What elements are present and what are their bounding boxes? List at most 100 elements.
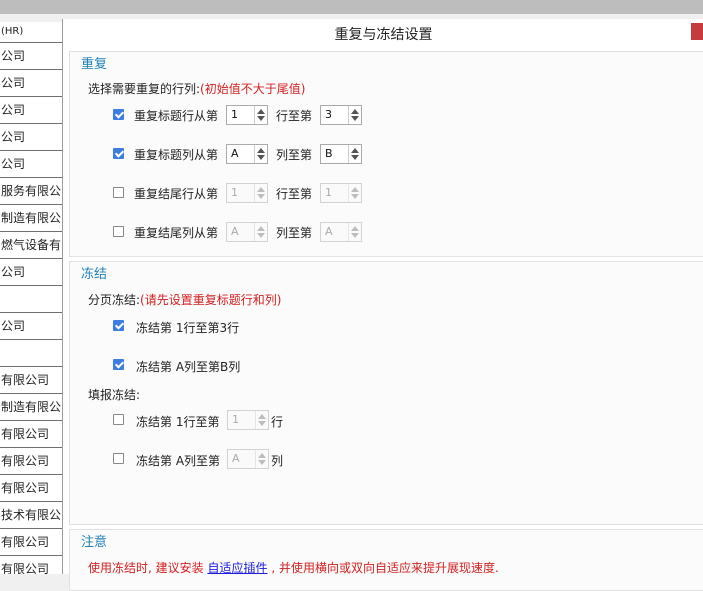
- column-header: (HR): [0, 22, 62, 43]
- freeze-rows-checkbox[interactable]: [113, 320, 124, 331]
- chevron-up-icon[interactable]: [257, 185, 265, 193]
- repeat-section: 重复 选择需要重复的行列:(初始值不大于尾值) 重复标题行从第 1 行至第 3 …: [69, 51, 703, 257]
- table-row[interactable]: 燃气设备有: [0, 232, 62, 259]
- table-row[interactable]: 制造有限公: [0, 394, 62, 421]
- chevron-up-icon[interactable]: [351, 146, 359, 154]
- stepper-value: B: [325, 147, 333, 160]
- chevron-up-icon[interactable]: [351, 185, 359, 193]
- note-text-after: , 并使用横向或双向自适应来提升展现速度.: [271, 561, 499, 575]
- repeat-title-col-checkbox[interactable]: [113, 148, 124, 159]
- repeat-end-row-from-stepper[interactable]: 1: [226, 183, 268, 203]
- chevron-down-icon[interactable]: [351, 232, 359, 240]
- repeat-freeze-dialog: 重复与冻结设置 重复 选择需要重复的行列:(初始值不大于尾值) 重复标题行从第 …: [62, 19, 703, 591]
- chevron-down-icon[interactable]: [258, 420, 266, 428]
- chevron-up-icon[interactable]: [258, 451, 266, 459]
- repeat-title-row-mid-label: 行至第: [276, 109, 313, 123]
- fill-freeze-rows-suffix: 行: [271, 415, 284, 429]
- chevron-up-icon[interactable]: [258, 412, 266, 420]
- table-row[interactable]: 技术有限公: [0, 502, 62, 529]
- page-freeze-note: (请先设置重复标题行和列): [140, 293, 282, 307]
- chevron-up-icon[interactable]: [351, 224, 359, 232]
- stepper-value: 1: [325, 186, 332, 199]
- repeat-title-col-to-stepper[interactable]: B: [320, 144, 362, 164]
- repeat-end-row-checkbox[interactable]: [113, 187, 124, 198]
- freeze-section: 冻结 分页冻结:(请先设置重复标题行和列) 冻结第 1行至第3行 冻结第 A列至…: [69, 261, 703, 525]
- fill-freeze-rows-stepper[interactable]: 1: [227, 410, 269, 430]
- repeat-end-col-label: 重复结尾列从第: [134, 226, 219, 240]
- table-row[interactable]: 有限公司: [0, 367, 62, 394]
- freeze-section-title: 冻结: [81, 267, 108, 282]
- repeat-section-title: 重复: [81, 57, 108, 72]
- chevron-down-icon[interactable]: [351, 115, 359, 123]
- chevron-up-icon[interactable]: [351, 107, 359, 115]
- chevron-up-icon[interactable]: [257, 224, 265, 232]
- chevron-up-icon[interactable]: [257, 107, 265, 115]
- note-text: 使用冻结时, 建议安装 自适应插件 , 并使用横向或双向自适应来提升展现速度.: [88, 559, 499, 576]
- table-row[interactable]: 公司: [0, 124, 62, 151]
- freeze-cols-checkbox[interactable]: [113, 359, 124, 370]
- stepper-value: A: [231, 225, 239, 238]
- table-row[interactable]: 有限公司: [0, 529, 62, 556]
- repeat-end-col-checkbox[interactable]: [113, 226, 124, 237]
- chevron-down-icon[interactable]: [351, 193, 359, 201]
- chevron-down-icon[interactable]: [257, 115, 265, 123]
- stepper-value: A: [325, 225, 333, 238]
- page-freeze-prompt: 分页冻结:(请先设置重复标题行和列): [88, 291, 281, 308]
- table-row[interactable]: 制造有限公: [0, 205, 62, 232]
- fill-freeze-cols-suffix: 列: [271, 454, 284, 468]
- table-row[interactable]: 有限公司: [0, 421, 62, 448]
- stepper-value: 3: [325, 108, 332, 121]
- fill-freeze-rows-checkbox[interactable]: [113, 414, 124, 425]
- spreadsheet-column: (HR) 公司 公司 公司 公司 公司 服务有限公 制造有限公 燃气设备有 公司…: [0, 22, 63, 574]
- repeat-title-row-label: 重复标题行从第: [134, 109, 219, 123]
- repeat-prompt: 选择需要重复的行列:(初始值不大于尾值): [88, 80, 305, 97]
- stepper-value: A: [232, 452, 240, 465]
- dialog-title: 重复与冻结设置: [334, 27, 433, 43]
- close-button[interactable]: [691, 23, 703, 40]
- repeat-end-col-to-stepper[interactable]: A: [320, 222, 362, 242]
- stepper-value: A: [231, 147, 239, 160]
- fill-freeze-cols-label: 冻结第 A列至第: [136, 454, 221, 468]
- fill-freeze-cols-stepper[interactable]: A: [227, 449, 269, 469]
- table-row[interactable]: 公司: [0, 259, 62, 286]
- chevron-up-icon[interactable]: [257, 146, 265, 154]
- fill-freeze-cols-checkbox[interactable]: [113, 453, 124, 464]
- table-row[interactable]: [0, 340, 62, 367]
- chevron-down-icon[interactable]: [257, 193, 265, 201]
- table-row[interactable]: 公司: [0, 151, 62, 178]
- repeat-end-row-label: 重复结尾行从第: [134, 187, 219, 201]
- table-row[interactable]: 公司: [0, 313, 62, 340]
- repeat-title-col-from-stepper[interactable]: A: [226, 144, 268, 164]
- chevron-down-icon[interactable]: [258, 459, 266, 467]
- freeze-rows-label: 冻结第 1行至第3行: [136, 321, 240, 335]
- top-title-strip: [0, 0, 703, 14]
- note-text-before: 使用冻结时, 建议安装: [88, 561, 204, 575]
- fill-freeze-rows-label: 冻结第 1行至第: [136, 415, 220, 429]
- table-row[interactable]: 有限公司: [0, 448, 62, 475]
- table-row[interactable]: 有限公司: [0, 556, 62, 574]
- chevron-down-icon[interactable]: [351, 154, 359, 162]
- table-row[interactable]: 有限公司: [0, 475, 62, 502]
- table-row[interactable]: 公司: [0, 97, 62, 124]
- table-row[interactable]: [0, 286, 62, 313]
- note-section-title: 注意: [81, 535, 108, 550]
- chevron-down-icon[interactable]: [257, 154, 265, 162]
- repeat-title-row-checkbox[interactable]: [113, 109, 124, 120]
- page-freeze-label: 分页冻结:: [88, 293, 141, 307]
- stepper-value: 1: [232, 413, 239, 426]
- repeat-end-col-from-stepper[interactable]: A: [226, 222, 268, 242]
- repeat-title-row-to-stepper[interactable]: 3: [320, 105, 362, 125]
- repeat-end-col-mid-label: 列至第: [276, 226, 313, 240]
- note-section: 注意 使用冻结时, 建议安装 自适应插件 , 并使用横向或双向自适应来提升展现速…: [69, 529, 703, 591]
- repeat-prompt-label: 选择需要重复的行列:: [88, 82, 201, 96]
- table-row[interactable]: 公司: [0, 70, 62, 97]
- repeat-title-row-from-stepper[interactable]: 1: [226, 105, 268, 125]
- repeat-title-col-label: 重复标题列从第: [134, 148, 219, 162]
- adaptive-plugin-link[interactable]: 自适应插件: [207, 561, 267, 575]
- stepper-value: 1: [231, 186, 238, 199]
- table-row[interactable]: 服务有限公: [0, 178, 62, 205]
- repeat-end-row-mid-label: 行至第: [276, 187, 313, 201]
- repeat-end-row-to-stepper[interactable]: 1: [320, 183, 362, 203]
- table-row[interactable]: 公司: [0, 43, 62, 70]
- chevron-down-icon[interactable]: [257, 232, 265, 240]
